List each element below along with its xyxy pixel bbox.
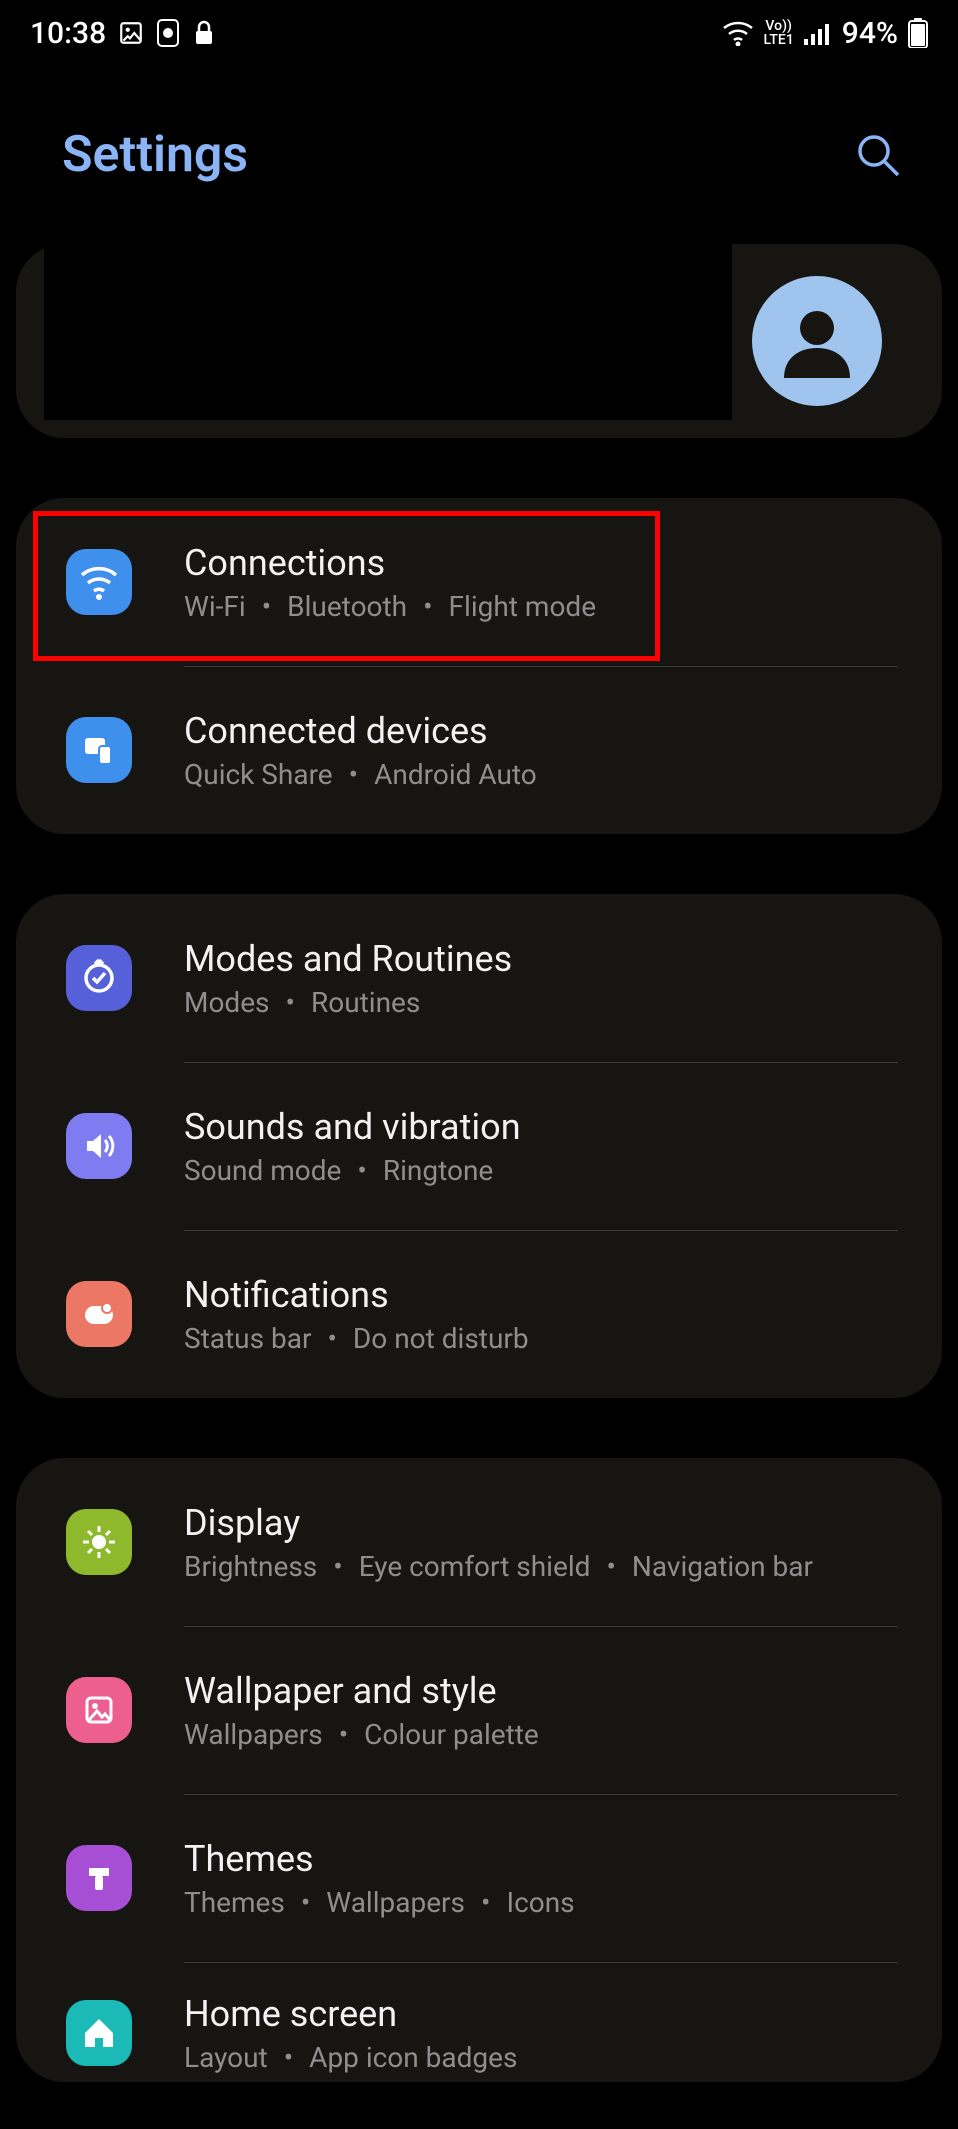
item-subtitle: Quick Share• Android Auto [184,758,537,791]
search-button[interactable] [850,127,906,183]
devices-icon [66,717,132,783]
item-notifications[interactable]: Notifications Status bar• Do not disturb [16,1230,942,1398]
page-title: Settings [62,126,248,184]
battery-icon [908,18,928,48]
item-subtitle: Wi-Fi• Bluetooth• Flight mode [184,590,596,623]
item-title: Modes and Routines [184,938,512,980]
clock-app-icon [156,18,180,48]
settings-group-display: Display Brightness• Eye comfort shield• … [16,1458,942,2082]
header: Settings [0,66,958,244]
wallpaper-icon [66,1677,132,1743]
settings-group-personalization: Modes and Routines Modes• Routines Sound… [16,894,942,1398]
item-title: Themes [184,1838,575,1880]
status-left: 10:38 [30,16,216,51]
avatar[interactable] [752,276,882,406]
item-title: Connected devices [184,710,537,752]
notification-icon [66,1281,132,1347]
settings-group-connections: Connections Wi-Fi• Bluetooth• Flight mod… [16,498,942,834]
item-connected-devices[interactable]: Connected devices Quick Share• Android A… [16,666,942,834]
item-subtitle: Modes• Routines [184,986,512,1019]
lte-label: LTE1 [764,33,794,47]
item-modes-routines[interactable]: Modes and Routines Modes• Routines [16,894,942,1062]
item-wallpaper[interactable]: Wallpaper and style Wallpapers• Colour p… [16,1626,942,1794]
volte-label: Vo)) [765,19,791,33]
battery-percent: 94% [842,16,898,51]
item-title: Wallpaper and style [184,1670,539,1712]
routines-icon [66,945,132,1011]
item-display[interactable]: Display Brightness• Eye comfort shield• … [16,1458,942,1626]
item-themes[interactable]: Themes Themes• Wallpapers• Icons [16,1794,942,1962]
brightness-icon [66,1509,132,1575]
item-subtitle: Themes• Wallpapers• Icons [184,1886,575,1919]
picture-icon [118,20,144,46]
status-right: Vo)) LTE1 94% [722,16,928,51]
item-sounds[interactable]: Sounds and vibration Sound mode• Rington… [16,1062,942,1230]
item-title: Home screen [184,1993,517,2035]
item-title: Sounds and vibration [184,1106,521,1148]
profile-redacted-area [44,244,732,420]
speaker-icon [66,1113,132,1179]
home-icon [66,2000,132,2066]
item-title: Display [184,1502,813,1544]
item-connections[interactable]: Connections Wi-Fi• Bluetooth• Flight mod… [16,498,942,666]
item-subtitle: Sound mode• Ringtone [184,1154,521,1187]
item-subtitle: Wallpapers• Colour palette [184,1718,539,1751]
item-home-screen[interactable]: Home screen Layout• App icon badges [16,1962,942,2082]
profile-card[interactable] [16,244,942,438]
lock-icon [192,19,216,47]
wifi-icon [66,549,132,615]
status-bar: 10:38 Vo)) LTE1 94% [0,0,958,66]
item-title: Notifications [184,1274,529,1316]
item-subtitle: Brightness• Eye comfort shield• Navigati… [184,1550,813,1583]
item-subtitle: Status bar• Do not disturb [184,1322,529,1355]
person-icon [772,296,862,386]
item-title: Connections [184,542,596,584]
themes-icon [66,1845,132,1911]
search-icon [854,131,902,179]
wifi-icon [722,20,754,46]
net-label: Vo)) LTE1 [764,19,794,47]
signal-icon [804,21,832,45]
clock: 10:38 [30,16,106,51]
item-subtitle: Layout• App icon badges [184,2041,517,2074]
